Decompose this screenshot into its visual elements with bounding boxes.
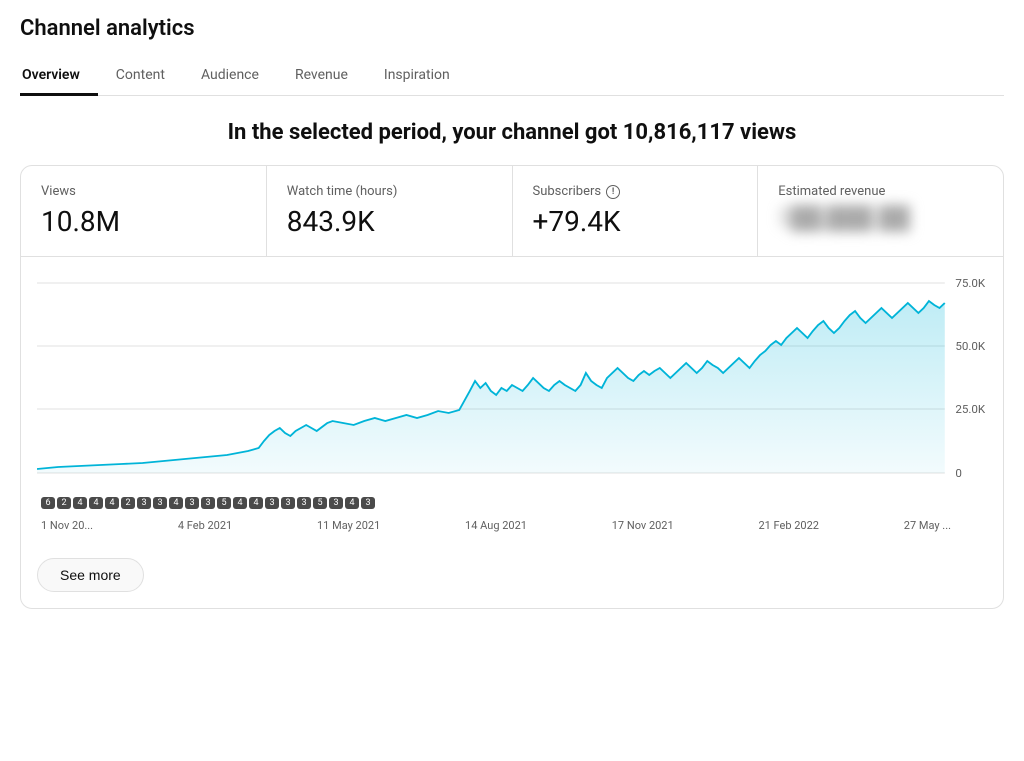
x-label: 17 Nov 2021 xyxy=(612,519,674,532)
svg-text:25.0K: 25.0K xyxy=(955,403,986,416)
video-marker: 3 xyxy=(329,497,343,509)
video-marker: 4 xyxy=(73,497,87,509)
video-marker: 5 xyxy=(217,497,231,509)
chart-svg: 75.0K 50.0K 25.0K 0 xyxy=(37,273,987,493)
video-marker: 4 xyxy=(233,497,247,509)
video-marker: 4 xyxy=(89,497,103,509)
metric-revenue: Estimated revenue $██,███.██ xyxy=(758,166,1003,256)
x-label: 14 Aug 2021 xyxy=(465,519,527,532)
warning-icon: ! xyxy=(606,185,620,199)
metric-watchtime-value: 843.9K xyxy=(287,205,492,238)
analytics-card: Views 10.8M Watch time (hours) 843.9K Su… xyxy=(20,165,1004,609)
video-marker: 3 xyxy=(201,497,215,509)
chart-area: 75.0K 50.0K 25.0K 0 xyxy=(37,273,987,493)
video-marker: 3 xyxy=(361,497,375,509)
video-marker: 3 xyxy=(297,497,311,509)
video-marker: 4 xyxy=(249,497,263,509)
video-marker: 5 xyxy=(313,497,327,509)
chart-container: 75.0K 50.0K 25.0K 0 6 2 xyxy=(21,257,1003,544)
metric-subscribers: Subscribers ! +79.4K xyxy=(513,166,759,256)
video-marker: 4 xyxy=(105,497,119,509)
chart-x-labels: 1 Nov 20... 4 Feb 2021 11 May 2021 14 Au… xyxy=(37,515,987,536)
tab-audience[interactable]: Audience xyxy=(183,57,277,96)
metric-watchtime-label: Watch time (hours) xyxy=(287,184,492,199)
metric-views-label: Views xyxy=(41,184,246,199)
tab-content[interactable]: Content xyxy=(98,57,183,96)
metric-views-value: 10.8M xyxy=(41,205,246,238)
video-marker: 3 xyxy=(137,497,151,509)
x-label: 4 Feb 2021 xyxy=(178,519,232,532)
svg-text:75.0K: 75.0K xyxy=(955,277,986,290)
metric-subscribers-value: +79.4K xyxy=(533,205,738,238)
summary-headline: In the selected period, your channel got… xyxy=(20,120,1004,145)
see-more-button[interactable]: See more xyxy=(37,558,144,592)
video-marker: 3 xyxy=(153,497,167,509)
x-label: 21 Feb 2022 xyxy=(758,519,819,532)
video-markers-row: 6 2 4 4 4 2 3 3 4 3 3 5 4 4 3 3 3 5 3 4 … xyxy=(37,493,987,511)
x-label: 1 Nov 20... xyxy=(41,519,93,532)
video-marker: 4 xyxy=(169,497,183,509)
x-label: 11 May 2021 xyxy=(317,519,380,532)
tab-revenue[interactable]: Revenue xyxy=(277,57,366,96)
metric-views: Views 10.8M xyxy=(21,166,267,256)
video-marker: 2 xyxy=(57,497,71,509)
tab-overview[interactable]: Overview xyxy=(20,57,98,96)
video-marker: 3 xyxy=(281,497,295,509)
video-marker: 3 xyxy=(185,497,199,509)
svg-text:50.0K: 50.0K xyxy=(955,340,986,353)
metric-watchtime: Watch time (hours) 843.9K xyxy=(267,166,513,256)
tab-inspiration[interactable]: Inspiration xyxy=(366,57,468,96)
metric-subscribers-label: Subscribers ! xyxy=(533,184,738,199)
video-marker: 4 xyxy=(345,497,359,509)
metrics-row: Views 10.8M Watch time (hours) 843.9K Su… xyxy=(21,166,1003,257)
video-marker: 2 xyxy=(121,497,135,509)
video-marker: 6 xyxy=(41,497,55,509)
video-marker: 3 xyxy=(265,497,279,509)
x-label: 27 May ... xyxy=(904,519,951,532)
metric-revenue-label: Estimated revenue xyxy=(778,184,983,199)
metric-revenue-value: $██,███.██ xyxy=(778,205,983,231)
tabs-nav: Overview Content Audience Revenue Inspir… xyxy=(20,57,1004,96)
svg-text:0: 0 xyxy=(955,467,962,480)
page-title: Channel analytics xyxy=(20,16,1004,41)
